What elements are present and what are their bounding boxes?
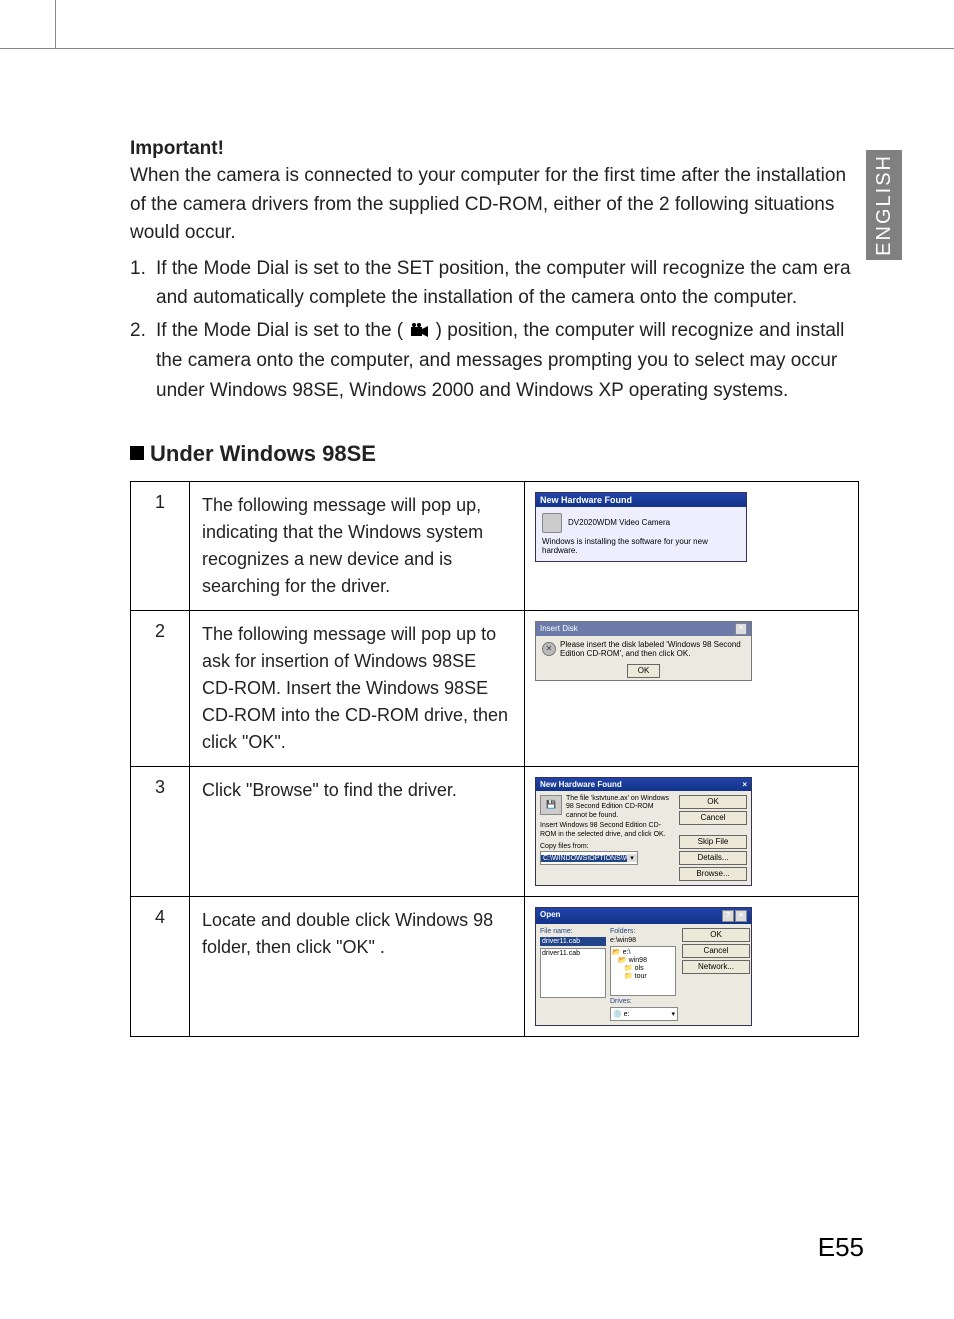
step-number: 1 xyxy=(131,481,190,610)
info-icon: ✕ xyxy=(542,642,556,656)
dialog-title: Open xyxy=(540,910,560,922)
ok-button[interactable]: OK xyxy=(679,795,747,809)
bullet-square-icon xyxy=(130,446,144,460)
dialog-title: New Hardware Found xyxy=(536,493,746,507)
file-list[interactable]: driver11.cab xyxy=(540,948,606,998)
close-icon[interactable]: × xyxy=(742,780,747,789)
page-number: E55 xyxy=(818,1232,864,1263)
situation-item-1: 1. If the Mode Dial is set to the SET po… xyxy=(130,254,859,313)
steps-table: 1 The following message will pop up, ind… xyxy=(130,481,859,1037)
movie-mode-icon xyxy=(408,317,430,346)
drives-label: Drives: xyxy=(610,998,678,1005)
table-row: 3 Click "Browse" to find the driver. New… xyxy=(131,766,859,896)
important-heading: Important! xyxy=(130,138,859,160)
table-row: 4 Locate and double click Windows 98 fol… xyxy=(131,896,859,1036)
folders-label: Folders: xyxy=(610,928,678,935)
folder-tree[interactable]: 📂 e:\ 📂 win98 📁 ols 📁 tour xyxy=(610,946,676,996)
chevron-down-icon[interactable]: ▾ xyxy=(627,854,637,862)
table-row: 2 The following message will pop up to a… xyxy=(131,610,859,766)
situation-item-2: 2. If the Mode Dial is set to the ( ) po… xyxy=(130,316,859,405)
cancel-button[interactable]: Cancel xyxy=(679,811,747,825)
cancel-button[interactable]: Cancel xyxy=(682,944,750,958)
folder-icon: 📂 xyxy=(612,949,621,956)
folder-icon: 📁 xyxy=(624,973,633,980)
dialog-new-hardware: New Hardware Found DV2020WDM Video Camer… xyxy=(535,492,747,562)
step-screenshot: New Hardware Found× 💾 The file 'kstvtune… xyxy=(525,766,859,896)
step-desc: Locate and double click Windows 98 folde… xyxy=(190,896,525,1036)
step-screenshot: Insert Disk× ✕ Please insert the disk la… xyxy=(525,610,859,766)
filename-label: File name: xyxy=(540,928,606,935)
folder-icon: 📂 xyxy=(618,957,627,964)
step-desc: Click "Browse" to find the driver. xyxy=(190,766,525,896)
skip-file-button[interactable]: Skip File xyxy=(679,835,747,849)
disk-icon: 💾 xyxy=(540,795,562,815)
dialog-title: New Hardware Found xyxy=(540,780,622,789)
folder-icon: 📁 xyxy=(624,965,633,972)
close-icon[interactable]: × xyxy=(735,910,747,922)
dialog-title: Insert Disk xyxy=(540,624,578,633)
filename-field[interactable]: driver11.cab xyxy=(540,937,606,946)
dialog-insert-disk: Insert Disk× ✕ Please insert the disk la… xyxy=(535,621,752,681)
language-tab-label: ENGLISH xyxy=(873,154,896,256)
step-desc: The following message will pop up to ask… xyxy=(190,610,525,766)
step-screenshot: Open ?× File name: driver11.cab driver11… xyxy=(525,896,859,1036)
close-icon[interactable]: × xyxy=(735,623,747,635)
details-button[interactable]: Details... xyxy=(679,851,747,865)
path-combo[interactable]: C:\WINDOWS\OPTIONS\WIN98 ▾ xyxy=(540,851,638,865)
device-icon xyxy=(542,513,562,533)
copy-from-label: Copy files from: xyxy=(540,843,675,851)
section-heading: Under Windows 98SE xyxy=(130,441,859,467)
table-row: 1 The following message will pop up, ind… xyxy=(131,481,859,610)
ok-button[interactable]: OK xyxy=(627,664,661,678)
situation-list: 1. If the Mode Dial is set to the SET po… xyxy=(130,254,859,405)
dialog-open: Open ?× File name: driver11.cab driver11… xyxy=(535,907,752,1026)
step-number: 3 xyxy=(131,766,190,896)
browse-button[interactable]: Browse... xyxy=(679,867,747,881)
language-tab: ENGLISH xyxy=(866,150,902,260)
chevron-down-icon[interactable]: ▾ xyxy=(671,1010,675,1018)
intro-paragraph: When the camera is connected to your com… xyxy=(130,162,859,248)
step-number: 2 xyxy=(131,610,190,766)
step-number: 4 xyxy=(131,896,190,1036)
help-icon[interactable]: ? xyxy=(722,910,734,922)
drive-combo[interactable]: 💿 e:▾ xyxy=(610,1007,678,1021)
step-screenshot: New Hardware Found DV2020WDM Video Camer… xyxy=(525,481,859,610)
dialog-copy-files: New Hardware Found× 💾 The file 'kstvtune… xyxy=(535,777,752,886)
step-desc: The following message will pop up, indic… xyxy=(190,481,525,610)
ok-button[interactable]: OK xyxy=(682,928,750,942)
network-button[interactable]: Network... xyxy=(682,960,750,974)
